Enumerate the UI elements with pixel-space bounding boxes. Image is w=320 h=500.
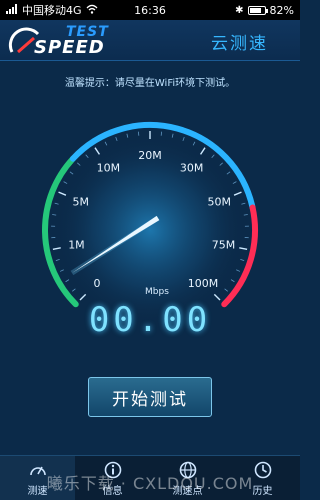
minor-tick <box>52 214 57 216</box>
minor-tick <box>182 136 185 142</box>
speed-gauge: 0 1M 5M 10M 20M 30M 50M 75M 100M Mbps <box>42 122 258 325</box>
minor-tick <box>224 288 228 292</box>
minor-tick <box>85 154 89 159</box>
bluetooth-icon: ✱ <box>235 4 244 16</box>
minor-tick <box>59 269 64 272</box>
minor-tick <box>55 258 60 261</box>
gauge-tick-label: 5M <box>72 195 89 208</box>
wifi-icon <box>86 4 98 17</box>
minor-tick <box>232 181 237 184</box>
gauge-tick-label: 100M <box>188 277 219 290</box>
carrier-label: 中国移动4G <box>22 4 82 17</box>
battery-fill <box>249 7 262 13</box>
gauge-tick-label: 75M <box>212 239 236 252</box>
status-bar: 中国移动4G 16:36 ✱ 82% <box>0 0 300 20</box>
status-left: 中国移动4G <box>6 2 98 18</box>
app-header: TEST SPEED 云测速 <box>0 20 300 61</box>
nav-info[interactable]: 信息 <box>75 456 150 500</box>
minor-tick <box>211 154 215 159</box>
minor-tick <box>69 171 74 175</box>
minor-tick <box>226 171 231 175</box>
speed-reading: 00.00 <box>88 300 212 340</box>
minor-tick <box>230 279 235 283</box>
minor-tick <box>171 133 174 138</box>
nav-servers-label: 测速点 <box>172 485 203 497</box>
minor-tick <box>243 214 248 216</box>
gauge-tick-label: 30M <box>180 162 204 175</box>
nav-speedtest[interactable]: 测速 <box>0 456 75 500</box>
minor-tick <box>65 279 70 283</box>
gauge-unit: Mbps <box>145 287 169 297</box>
gauge-tick-label: 20M <box>138 149 162 162</box>
nav-speedtest-label: 测速 <box>27 485 48 497</box>
nav-history[interactable]: 历史 <box>225 456 300 500</box>
nav-servers[interactable]: 测速点 <box>150 456 225 500</box>
logo-speed-text: SPEED <box>34 37 105 58</box>
gauge-tick-label: 50M <box>208 195 232 208</box>
bottom-nav: 测速 信息 测速点 历史 <box>0 455 300 500</box>
globe-icon <box>179 461 196 478</box>
minor-tick <box>104 141 108 146</box>
nav-history-label: 历史 <box>252 485 273 497</box>
gauge-tick-label: 1M <box>68 239 85 252</box>
info-icon <box>104 461 121 478</box>
history-icon <box>254 461 271 478</box>
minor-tick <box>240 258 245 261</box>
nav-info-label: 信息 <box>102 485 123 497</box>
minor-tick <box>63 181 68 184</box>
minor-tick <box>192 141 196 146</box>
minor-tick <box>115 136 118 142</box>
signal-icon <box>6 3 18 17</box>
gauge-tick-label: 0 <box>93 277 100 290</box>
test-speed-logo: TEST SPEED <box>8 24 133 58</box>
minor-tick <box>236 269 241 272</box>
minor-tick <box>54 202 59 205</box>
gauge-tick-label: 10M <box>97 162 121 175</box>
app-title: 云测速 <box>211 34 268 54</box>
minor-tick <box>126 133 129 138</box>
minor-tick <box>219 162 223 166</box>
minor-tick <box>77 162 81 166</box>
speedometer-icon <box>29 466 46 475</box>
minor-tick <box>241 202 246 205</box>
battery-percent: 82% <box>269 3 294 17</box>
battery-icon <box>247 5 268 15</box>
start-test-button[interactable]: 开始测试 <box>88 377 212 417</box>
wifi-tip: 温馨提示：请尽量在WiFi环境下测试。 <box>64 78 236 89</box>
minor-tick <box>72 288 76 292</box>
status-right: ✱ 82% <box>235 4 294 17</box>
